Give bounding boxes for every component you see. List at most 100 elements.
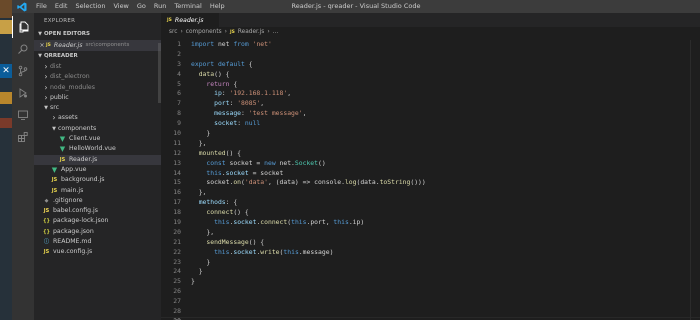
line-source: const socket = new net.Socket() (206, 158, 326, 167)
open-editors-header[interactable]: ▼ OPEN EDITORS (34, 29, 161, 40)
tree-folder[interactable]: › assets (34, 113, 161, 123)
breadcrumb-item[interactable]: ... (273, 27, 279, 38)
tree-item-label: components (58, 124, 97, 132)
code-line: 7 port: '8085', (161, 99, 700, 109)
line-source: socket.on('data', (data) => console.log(… (191, 178, 426, 187)
line-source: socket: null (214, 119, 261, 128)
code-line: 28 (161, 307, 700, 317)
tree-file[interactable]: {} package-lock.json (34, 216, 161, 226)
code-line: 19 this.socket.connect(this.port, this.i… (161, 218, 700, 228)
line-number: 4 (177, 69, 181, 78)
desktop-window-thumbnail (0, 0, 12, 18)
code-line: 8 message: 'test message', (161, 109, 700, 119)
js-file-icon: JS (167, 18, 172, 23)
tree-folder[interactable]: › dist (34, 62, 161, 72)
js-file-icon: JS (51, 187, 58, 194)
line-source: }, (191, 188, 207, 197)
tree-item-label: App.vue (61, 165, 87, 173)
tree-item-label: assets (58, 114, 78, 122)
line-number: 18 (173, 208, 181, 217)
tree-item-label: Reader.js (69, 155, 98, 163)
breadcrumb-item[interactable]: Reader.js (238, 27, 264, 38)
tree-folder[interactable]: › dist_electron (34, 72, 161, 82)
code-editor[interactable]: 1 import net from 'net' 2 3 export default {… (161, 40, 700, 320)
menu-edit[interactable]: Edit (51, 0, 72, 13)
chevron-right-icon: › (44, 72, 48, 82)
line-source: port: '8085', (214, 99, 265, 108)
editor-scrollbar[interactable] (690, 40, 700, 320)
chevron-down-icon: ▼ (38, 53, 42, 59)
line-number: 23 (173, 257, 181, 266)
vue-file-icon: ▼ (51, 165, 58, 174)
babel-file-icon: JS (43, 208, 50, 215)
tree-folder[interactable]: ▼ components (34, 124, 161, 134)
search-icon[interactable] (12, 38, 34, 60)
breadcrumb-item[interactable]: src (169, 27, 177, 38)
tree-file[interactable]: JS main.js (34, 186, 161, 196)
tree-file[interactable]: ▼ Client.vue (34, 134, 161, 144)
menu-terminal[interactable]: Terminal (170, 0, 205, 13)
breadcrumb: src › components › JS Reader.js ›... (161, 27, 700, 38)
line-number: 20 (173, 227, 181, 236)
code-line: 22 this.socket.write(this.message) (161, 248, 700, 258)
line-number: 11 (173, 138, 181, 147)
vscode-logo-icon (12, 0, 32, 13)
tree-file[interactable]: ⓘ README.md (34, 237, 161, 247)
line-source: data() { (198, 69, 230, 78)
open-editor-item[interactable]: × JS Reader.js src\components (34, 40, 161, 51)
remote-icon[interactable] (12, 104, 34, 126)
source-control-icon[interactable] (12, 60, 34, 82)
run-debug-icon[interactable] (12, 82, 34, 104)
project-header[interactable]: ▼ QRREADER (34, 51, 161, 62)
tree-folder[interactable]: › node_modules (34, 83, 161, 93)
line-source: connect() { (206, 208, 249, 217)
info-file-icon: ⓘ (43, 239, 49, 246)
code-line: 15 socket.on('data', (data) => console.l… (161, 178, 700, 188)
line-source: } (191, 267, 203, 276)
tree-file[interactable]: ▼ App.vue (34, 165, 161, 175)
line-number: 25 (173, 277, 181, 286)
close-icon[interactable]: × (38, 40, 46, 51)
line-number: 12 (173, 148, 181, 157)
code-line: 12 mounted() { (161, 149, 700, 159)
code-line: 1 import net from 'net' (161, 40, 700, 50)
tab-reader-js[interactable]: JS Reader.js (161, 13, 219, 27)
extensions-icon[interactable] (12, 126, 34, 148)
tree-file[interactable]: JS vue.config.js (34, 247, 161, 257)
tree-item-label: public (50, 93, 69, 101)
js-file-icon: JS (46, 43, 51, 48)
code-line: 9 socket: null (161, 119, 700, 129)
tree-file[interactable]: ▼ HelloWorld.vue (34, 144, 161, 154)
line-number: 16 (173, 188, 181, 197)
line-source: import net from 'net' (191, 40, 272, 48)
line-number: 2 (177, 49, 181, 58)
code-line: 13 const socket = new net.Socket() (161, 159, 700, 169)
desktop-window-thumbnail (0, 92, 12, 104)
tree-item-label: .gitignore (53, 196, 83, 204)
menu-file[interactable]: File (32, 0, 51, 13)
chevron-right-icon: › (180, 29, 183, 35)
line-source: this.socket.connect(this.port, this.ip) (214, 218, 365, 227)
files-icon[interactable] (12, 16, 34, 38)
tree-folder[interactable]: ▼ src (34, 103, 161, 113)
menu-run[interactable]: Run (150, 0, 170, 13)
code-line: 24 } (161, 267, 700, 277)
line-number: 24 (173, 267, 181, 276)
tree-file[interactable]: JS background.js (34, 175, 161, 185)
code-line: 2 (161, 50, 700, 60)
line-source: export default { (191, 59, 253, 68)
breadcrumb-item[interactable]: components (186, 27, 222, 38)
tree-file[interactable]: JS Reader.js (34, 154, 161, 165)
js-file-icon: JS (43, 249, 50, 256)
chevron-down-icon: ▼ (38, 31, 42, 37)
menu-go[interactable]: Go (133, 0, 150, 13)
tree-file[interactable]: JS babel.config.js (34, 206, 161, 216)
desktop-close-icon[interactable]: ✕ (0, 64, 12, 78)
chevron-right-icon: › (52, 113, 56, 123)
tree-file[interactable]: ◆ .gitignore (34, 196, 161, 206)
menu-help[interactable]: Help (206, 0, 229, 13)
tree-file[interactable]: {} package.json (34, 227, 161, 237)
tree-folder[interactable]: › public (34, 93, 161, 103)
menu-selection[interactable]: Selection (71, 0, 109, 13)
menu-view[interactable]: View (109, 0, 132, 13)
